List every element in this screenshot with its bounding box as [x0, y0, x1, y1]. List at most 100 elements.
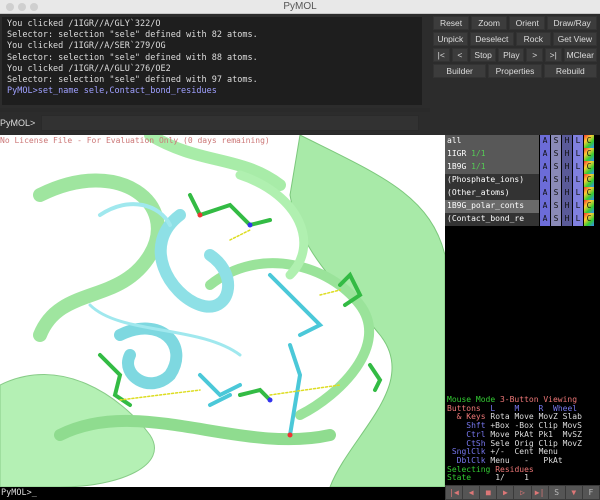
- hide-button[interactable]: H: [562, 135, 572, 148]
- mouse-mode-panel[interactable]: Mouse Mode 3-Button Viewing Buttons L M …: [445, 395, 600, 485]
- color-button[interactable]: C: [584, 187, 594, 200]
- step-forward-icon[interactable]: ▷: [514, 486, 530, 499]
- label-button[interactable]: L: [573, 174, 583, 187]
- object-row-polar-contacts[interactable]: 1B9G_polar_contsASHLC: [445, 200, 600, 213]
- show-button[interactable]: S: [551, 200, 561, 213]
- first-frame-button[interactable]: |<: [433, 48, 450, 62]
- state-label: State: [447, 473, 471, 482]
- stop-button[interactable]: Stop: [470, 48, 496, 62]
- object-row-1b9g[interactable]: 1B9G 1/1ASHLC: [445, 161, 600, 174]
- state-value: 1/: [495, 473, 505, 482]
- get-view-button[interactable]: Get View: [553, 32, 597, 46]
- color-button[interactable]: C: [584, 174, 594, 187]
- show-button[interactable]: S: [551, 187, 561, 200]
- action-button[interactable]: A: [540, 213, 550, 226]
- viewer-command-line[interactable]: PyMOL>_: [0, 487, 445, 500]
- object-row-phosphate-ions[interactable]: (Phosphate_ions)ASHLC: [445, 174, 600, 187]
- reset-button[interactable]: Reset: [433, 16, 469, 30]
- scene-button[interactable]: S: [549, 486, 565, 499]
- object-name[interactable]: (Other_atoms): [445, 187, 539, 200]
- hide-button[interactable]: H: [562, 174, 572, 187]
- color-button[interactable]: C: [584, 200, 594, 213]
- label-button[interactable]: L: [573, 213, 583, 226]
- show-button[interactable]: S: [551, 174, 561, 187]
- hide-button[interactable]: H: [562, 187, 572, 200]
- action-button[interactable]: A: [540, 200, 550, 213]
- rebuild-button[interactable]: Rebuild: [544, 64, 597, 78]
- label-button[interactable]: L: [573, 135, 583, 148]
- zoom-button[interactable]: Zoom: [471, 16, 507, 30]
- color-button[interactable]: C: [584, 135, 594, 148]
- next-frame-button[interactable]: >: [526, 48, 543, 62]
- selecting-mode[interactable]: Residues: [495, 465, 534, 474]
- play-button[interactable]: Play: [498, 48, 524, 62]
- label-button[interactable]: L: [573, 200, 583, 213]
- molecule-viewport[interactable]: No License File - For Evaluation Only (0…: [0, 135, 445, 487]
- orient-button[interactable]: Orient: [509, 16, 545, 30]
- mouse-binding: Menu: [539, 447, 558, 456]
- object-row-other-atoms[interactable]: (Other_atoms)ASHLC: [445, 187, 600, 200]
- show-button[interactable]: S: [551, 135, 561, 148]
- rewind-icon[interactable]: |◀: [446, 486, 462, 499]
- show-button[interactable]: S: [551, 213, 561, 226]
- show-button[interactable]: S: [551, 161, 561, 174]
- command-prompt: PyMOL>: [0, 118, 35, 128]
- fast-forward-icon[interactable]: ▶|: [532, 486, 548, 499]
- mouse-row-key: & Keys: [457, 412, 486, 421]
- mouse-binding: Clip: [539, 421, 558, 430]
- close-window-button[interactable]: [6, 3, 14, 11]
- unpick-button[interactable]: Unpick: [433, 32, 468, 46]
- object-row-contact-bond-residues[interactable]: (Contact_bond_reASHLC: [445, 213, 600, 226]
- hide-button[interactable]: H: [562, 148, 572, 161]
- color-button[interactable]: C: [584, 148, 594, 161]
- mouse-binding: Slab: [563, 412, 582, 421]
- mouse-binding: MvSZ: [563, 430, 582, 439]
- object-name[interactable]: all: [445, 135, 539, 148]
- mclear-button[interactable]: MClear: [564, 48, 597, 62]
- object-row-1igr[interactable]: 1IGR 1/1ASHLC: [445, 148, 600, 161]
- object-name[interactable]: (Contact_bond_re: [445, 213, 539, 226]
- mouse-binding: MovS: [563, 421, 582, 430]
- color-button[interactable]: C: [584, 161, 594, 174]
- prev-frame-button[interactable]: <: [452, 48, 469, 62]
- dropdown-icon[interactable]: ▼: [566, 486, 582, 499]
- object-name[interactable]: 1B9G_polar_conts: [445, 200, 539, 213]
- label-button[interactable]: L: [573, 148, 583, 161]
- command-input[interactable]: [41, 115, 419, 131]
- label-button[interactable]: L: [573, 161, 583, 174]
- play-icon[interactable]: ▶: [497, 486, 513, 499]
- mouse-mode-value[interactable]: 3-Button Viewing: [500, 395, 577, 404]
- deselect-button[interactable]: Deselect: [470, 32, 514, 46]
- object-row-all[interactable]: allASHLC: [445, 135, 600, 148]
- command-row: PyMOL>: [0, 112, 430, 134]
- fullscreen-button[interactable]: F: [583, 486, 599, 499]
- action-button[interactable]: A: [540, 148, 550, 161]
- mouse-row-key: DblClk: [457, 456, 486, 465]
- label-button[interactable]: L: [573, 187, 583, 200]
- hide-button[interactable]: H: [562, 213, 572, 226]
- object-name[interactable]: 1IGR 1/1: [445, 148, 539, 161]
- last-frame-button[interactable]: >|: [545, 48, 562, 62]
- rock-button[interactable]: Rock: [516, 32, 551, 46]
- zoom-window-button[interactable]: [30, 3, 38, 11]
- hide-button[interactable]: H: [562, 161, 572, 174]
- draw-ray-button[interactable]: Draw/Ray: [547, 16, 597, 30]
- action-button[interactable]: A: [540, 161, 550, 174]
- action-button[interactable]: A: [540, 135, 550, 148]
- protein-structure-render: [0, 135, 445, 487]
- console-line: You clicked /1IGR//A/SER`279/OG: [7, 41, 417, 52]
- mouse-binding: PkAt: [514, 430, 533, 439]
- object-name[interactable]: 1B9G 1/1: [445, 161, 539, 174]
- action-button[interactable]: A: [540, 174, 550, 187]
- builder-button[interactable]: Builder: [433, 64, 486, 78]
- hide-button[interactable]: H: [562, 200, 572, 213]
- show-button[interactable]: S: [551, 148, 561, 161]
- object-name[interactable]: (Phosphate_ions): [445, 174, 539, 187]
- properties-button[interactable]: Properties: [488, 64, 541, 78]
- action-button[interactable]: A: [540, 187, 550, 200]
- step-back-icon[interactable]: ◀: [463, 486, 479, 499]
- minimize-window-button[interactable]: [18, 3, 26, 11]
- mouse-binding: Move: [514, 412, 533, 421]
- stop-icon[interactable]: ■: [480, 486, 496, 499]
- color-button[interactable]: C: [584, 213, 594, 226]
